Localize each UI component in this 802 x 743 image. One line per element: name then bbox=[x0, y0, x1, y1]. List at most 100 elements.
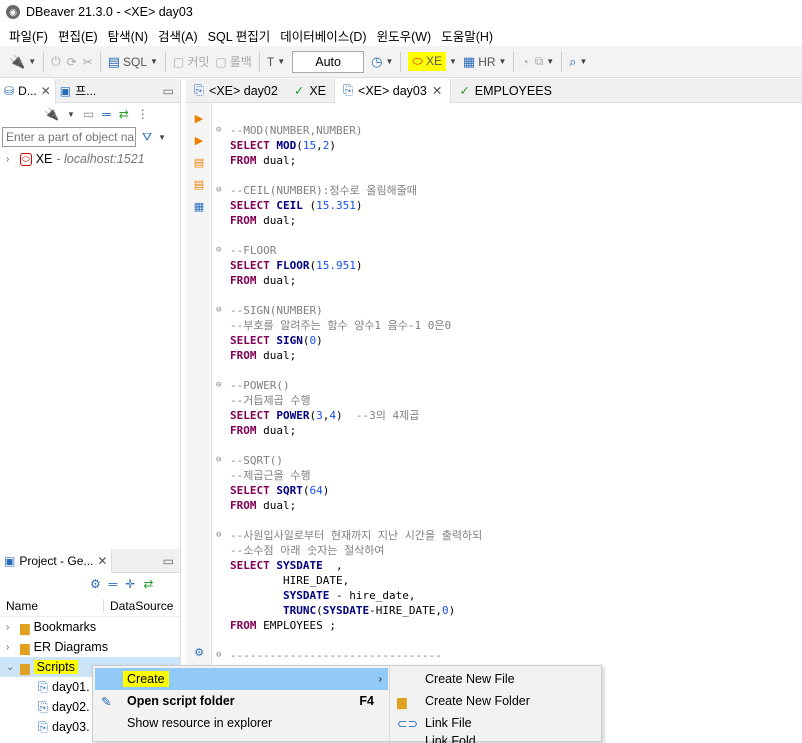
filter-icon[interactable]: ⛛ bbox=[142, 130, 152, 145]
tab-label: <XE> day03 bbox=[358, 83, 427, 98]
menu-file[interactable]: 파일(F) bbox=[4, 26, 53, 45]
tab-employees[interactable]: ✓ EMPLOYEES bbox=[451, 79, 560, 103]
rollback-button[interactable]: ▢ 롤백 bbox=[212, 50, 254, 74]
code-line: --거듭제곱 수행 bbox=[230, 394, 311, 407]
close-icon[interactable]: ✕ bbox=[97, 554, 107, 568]
reconnect-button[interactable]: ⟳ bbox=[64, 50, 80, 74]
sql-editor-button[interactable]: ▤ SQL ▼ bbox=[105, 50, 161, 74]
new-connection-button[interactable]: 🔌 ▼ bbox=[6, 50, 39, 74]
execute-new-tab-icon[interactable]: ▶ bbox=[192, 133, 206, 147]
commit-icon: ▢ bbox=[172, 54, 185, 69]
code-line: FROM dual; bbox=[230, 424, 297, 437]
menu-item-show-in-explorer[interactable]: Show resource in explorer bbox=[95, 712, 388, 734]
tab-database-navigator[interactable]: ⛁ D... ✕ bbox=[0, 78, 56, 103]
code-area[interactable]: ⊖ --MOD(NUMBER,NUMBER) SELECT MOD(15, 2) F… bbox=[216, 123, 796, 663]
schema-selector[interactable]: ▦ HR ▼ bbox=[460, 50, 510, 74]
submenu-link-file[interactable]: ⊂⊃ Link File bbox=[391, 712, 599, 734]
chevron-down-icon[interactable]: ▼ bbox=[67, 110, 75, 119]
chevron-down-icon[interactable]: ▼ bbox=[158, 133, 166, 142]
transaction-mode-button[interactable]: T ▼ bbox=[264, 50, 288, 74]
close-icon[interactable]: ✕ bbox=[41, 84, 51, 98]
project-tabs: ▣ Project - Ge... ✕ ▭ bbox=[0, 548, 180, 573]
menu-item-label: Link File bbox=[425, 716, 472, 730]
connect-button[interactable]: ⏻ bbox=[48, 50, 64, 74]
connection-host: - localhost:1521 bbox=[56, 152, 145, 166]
execute-script-new-tab-icon[interactable]: ▤ bbox=[192, 177, 206, 191]
menu-item-label: Show resource in explorer bbox=[127, 716, 273, 730]
column-datasource[interactable]: DataSource bbox=[104, 599, 173, 613]
tab-label: D... bbox=[18, 83, 37, 98]
menu-item-label: Open script folder bbox=[127, 694, 235, 708]
folder-plus-icon[interactable]: ▭ bbox=[83, 107, 94, 121]
chevron-down-icon[interactable]: ⌄ bbox=[6, 662, 16, 673]
menu-search[interactable]: 검색(A) bbox=[153, 26, 203, 45]
chevron-right-icon[interactable]: › bbox=[6, 642, 16, 653]
view-menu-icon[interactable]: ⋮ bbox=[137, 107, 149, 121]
link-editor-icon[interactable]: ⇄ bbox=[119, 107, 129, 121]
code-line: SELECT SYSDATE , bbox=[230, 559, 343, 572]
navigator-filter: ⛛ ▼ bbox=[0, 125, 180, 149]
transaction-mode-field[interactable]: Auto bbox=[292, 50, 365, 73]
erd-button[interactable]: ⧉ ▼ bbox=[532, 50, 558, 74]
project-item-er-diagrams[interactable]: › ▆ ER Diagrams bbox=[0, 637, 180, 657]
execute-statement-icon[interactable]: ▶ bbox=[192, 111, 206, 125]
diagram-icon: ⧉ bbox=[534, 54, 544, 68]
collapse-all-icon[interactable]: ═ bbox=[109, 577, 118, 591]
chevron-right-icon[interactable]: › bbox=[6, 154, 16, 165]
oracle-icon: ⬭ bbox=[412, 54, 423, 68]
disconnect-button[interactable]: ✂ bbox=[80, 50, 96, 74]
plug-plus-icon[interactable]: 🔌 bbox=[44, 107, 59, 121]
submenu-create-new-file[interactable]: Create New File bbox=[391, 668, 599, 690]
code-line: ⊖ --사원입사일로부터 현재까지 지난 시간을 출력하되 bbox=[216, 529, 483, 542]
menu-item-label: Create New File bbox=[425, 672, 515, 686]
search-button[interactable]: ⌕ ▼ bbox=[566, 50, 590, 74]
execute-script-icon[interactable]: ▤ bbox=[192, 155, 206, 169]
gauge-icon: ◔ bbox=[521, 54, 529, 69]
chevron-down-icon: ▼ bbox=[385, 57, 394, 66]
menu-database[interactable]: 데이터베이스(D) bbox=[275, 26, 371, 45]
tab-xe[interactable]: ✓ XE bbox=[286, 79, 334, 103]
code-line: FROM EMPLOYEES ; bbox=[230, 619, 336, 632]
context-menu: Create › ✎ Open script folder F4 Show re… bbox=[92, 665, 602, 743]
connection-row[interactable]: › ⬭ XE - localhost:1521 bbox=[0, 149, 180, 169]
code-line: FROM dual; bbox=[230, 349, 297, 362]
menu-sql-editor[interactable]: SQL 편집기 bbox=[203, 26, 276, 45]
title-bar: ◉ DBeaver 21.3.0 - <XE> day03 bbox=[0, 0, 802, 24]
chevron-right-icon[interactable]: › bbox=[6, 622, 16, 633]
item-label: Scripts bbox=[33, 660, 78, 674]
column-name[interactable]: Name bbox=[0, 598, 104, 613]
menu-window[interactable]: 윈도우(W) bbox=[372, 26, 437, 45]
menu-edit[interactable]: 편집(E) bbox=[53, 26, 103, 45]
history-button[interactable]: ◷ ▼ bbox=[368, 50, 396, 74]
menu-item-shortcut: F4 bbox=[359, 694, 374, 708]
collapse-all-icon[interactable]: ═ bbox=[102, 107, 111, 121]
tab-day03[interactable]: ⎘ <XE> day03 ✕ bbox=[334, 78, 452, 103]
minimize-icon[interactable]: ▭ bbox=[163, 554, 174, 568]
tab-day02[interactable]: ⎘ <XE> day02 bbox=[186, 79, 286, 103]
gear-icon[interactable]: ⚙ bbox=[90, 577, 101, 591]
commit-button[interactable]: ▢ 커밋 bbox=[170, 50, 212, 74]
transaction-icon: T bbox=[266, 54, 275, 69]
project-item-bookmarks[interactable]: › ▆ Bookmarks bbox=[0, 617, 180, 637]
dashboard-button[interactable]: ◔ bbox=[518, 50, 531, 74]
add-icon[interactable]: ✛ bbox=[125, 577, 135, 591]
toolbar-separator bbox=[99, 51, 101, 72]
menu-item-open-script-folder[interactable]: ✎ Open script folder F4 bbox=[95, 690, 388, 712]
close-icon[interactable]: ✕ bbox=[432, 83, 442, 98]
object-filter-input[interactable] bbox=[2, 127, 136, 147]
submenu-create-new-folder[interactable]: ▆ Create New Folder bbox=[391, 690, 599, 712]
explain-plan-icon[interactable]: ▦ bbox=[192, 199, 206, 213]
tab-label: <XE> day02 bbox=[209, 83, 278, 98]
menu-navigate[interactable]: 탐색(N) bbox=[103, 26, 153, 45]
toolbar-separator bbox=[561, 51, 563, 72]
chevron-down-icon: ▼ bbox=[546, 57, 555, 66]
code-line: SELECT MOD(15, 2) bbox=[230, 139, 336, 152]
menu-item-create[interactable]: Create › bbox=[95, 668, 388, 690]
menu-help[interactable]: 도움말(H) bbox=[436, 26, 498, 45]
tab-projects[interactable]: ▣ 프... bbox=[56, 79, 100, 103]
tab-project-general[interactable]: ▣ Project - Ge... ✕ bbox=[0, 548, 113, 573]
link-editor-icon[interactable]: ⇄ bbox=[143, 577, 153, 591]
gear-icon[interactable]: ⚙ bbox=[192, 645, 206, 659]
minimize-icon[interactable]: ▭ bbox=[163, 84, 174, 98]
datasource-selector[interactable]: ⬭ XE ▼ bbox=[405, 50, 460, 74]
